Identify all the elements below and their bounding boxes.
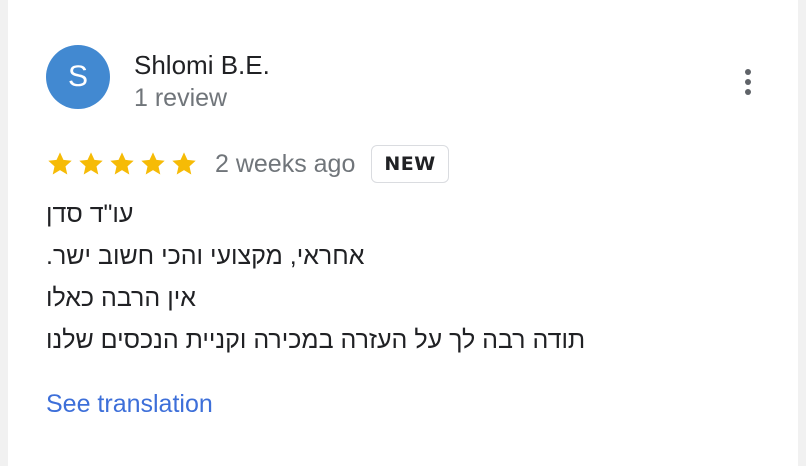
review-text-line: תודה רבה לך על העזרה במכירה וקניית הנכסי… bbox=[46, 326, 586, 354]
review-text: עו"ד סדן אחראי, מקצועי והכי חשוב ישר. אי… bbox=[46, 193, 646, 361]
new-badge: NEW bbox=[371, 145, 449, 183]
star-icon bbox=[48, 152, 72, 175]
more-vert-icon-dot bbox=[745, 89, 751, 95]
see-translation-link[interactable]: See translation bbox=[46, 390, 213, 419]
review-text-line: אחראי, מקצועי והכי חשוב ישר. bbox=[46, 242, 365, 270]
review-time: 2 weeks ago bbox=[215, 149, 356, 178]
star-rating bbox=[46, 150, 201, 178]
more-vert-icon-dot bbox=[745, 79, 751, 85]
author-name[interactable]: Shlomi B.E. bbox=[134, 50, 270, 81]
review-card: S Shlomi B.E. 1 review 2 weeks ago NEW ע… bbox=[8, 0, 798, 466]
review-text-line: עו"ד סדן bbox=[46, 200, 134, 228]
rating-row: 2 weeks ago NEW bbox=[46, 145, 449, 183]
more-options-button[interactable] bbox=[732, 62, 764, 102]
star-icon bbox=[110, 152, 134, 175]
star-icon bbox=[172, 152, 196, 175]
star-icon bbox=[79, 152, 103, 175]
review-text-line: אין הרבה כאלו bbox=[46, 284, 196, 312]
more-vert-icon bbox=[745, 69, 751, 75]
avatar[interactable]: S bbox=[46, 45, 110, 109]
star-icon bbox=[141, 152, 165, 175]
author-review-count[interactable]: 1 review bbox=[134, 84, 227, 113]
